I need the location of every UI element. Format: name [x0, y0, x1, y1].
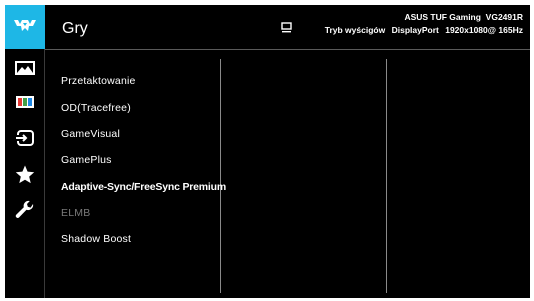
color-icon: [16, 96, 34, 108]
menu-item-gamevisual[interactable]: GameVisual: [61, 128, 120, 140]
menu-item-od-tracefree[interactable]: OD(Tracefree): [61, 102, 131, 114]
page-title: Gry: [62, 20, 88, 37]
menu-item-elmb: ELMB: [61, 207, 91, 219]
column-divider-2: [386, 59, 387, 293]
menu-item-shadow-boost[interactable]: Shadow Boost: [61, 233, 131, 245]
menu-item-overclocking[interactable]: Przetaktowanie: [61, 75, 136, 87]
resolution-status: 1920x1080@ 165Hz: [445, 25, 523, 35]
sidebar-item-favorites[interactable]: [14, 164, 36, 186]
tuf-logo-icon: [14, 20, 36, 31]
sidebar-item-image[interactable]: [14, 57, 36, 79]
status-line: Tryb wyścigów DisplayPort 1920x1080@ 165…: [325, 25, 523, 35]
wrench-icon: [15, 200, 34, 218]
sidebar: [5, 5, 45, 298]
sidebar-item-home[interactable]: [5, 5, 45, 49]
menu-item-adaptive-sync[interactable]: Adaptive-Sync/FreeSync Premium: [61, 181, 226, 193]
star-icon: [15, 165, 35, 184]
mode-status: Tryb wyścigów: [324, 25, 386, 35]
sidebar-item-color[interactable]: [14, 91, 36, 113]
input-select-icon: [14, 130, 34, 146]
input-status: DisplayPort: [391, 25, 439, 35]
menu-item-gameplus[interactable]: GamePlus: [61, 154, 112, 166]
model-name: ASUS TUF Gaming VG2491R: [404, 12, 523, 22]
monitor-icon: [281, 22, 292, 33]
sidebar-item-system-setup[interactable]: [14, 200, 36, 222]
header: Gry ASUS TUF Gaming VG2491R Tryb wyścigó…: [45, 5, 530, 50]
sidebar-item-input-select[interactable]: [14, 127, 36, 149]
osd-menu: Gry ASUS TUF Gaming VG2491R Tryb wyścigó…: [5, 5, 530, 298]
image-icon: [15, 61, 35, 75]
column-divider-1: [220, 59, 221, 293]
